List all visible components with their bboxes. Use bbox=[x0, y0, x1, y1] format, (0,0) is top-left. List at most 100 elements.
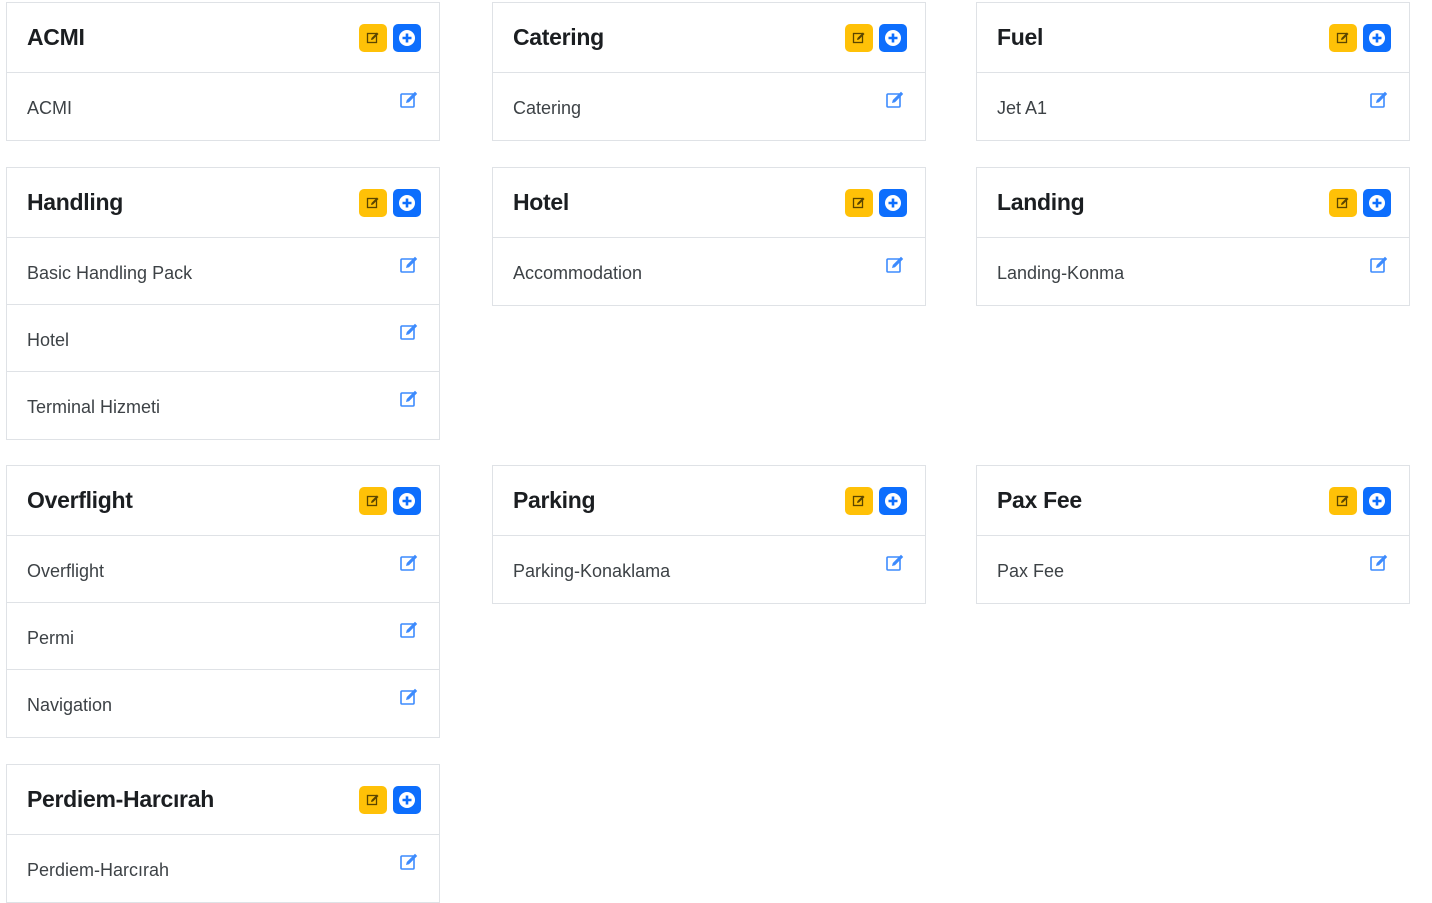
card-title: Fuel bbox=[997, 24, 1044, 50]
edit-icon[interactable] bbox=[1369, 90, 1391, 112]
edit-icon bbox=[1336, 32, 1349, 43]
card-landing: Landing Landing-Konma bbox=[976, 167, 1410, 306]
edit-icon[interactable] bbox=[1369, 255, 1391, 277]
edit-icon[interactable] bbox=[885, 255, 907, 277]
add-item-button[interactable] bbox=[393, 486, 421, 515]
card-fuel: Fuel Jet A1 bbox=[976, 2, 1410, 141]
list-item: Accommodation bbox=[493, 238, 925, 305]
card-header: Catering bbox=[493, 3, 925, 73]
list-item: Landing-Konma bbox=[977, 238, 1409, 305]
edit-category-button[interactable] bbox=[359, 486, 387, 515]
card-header: Parking bbox=[493, 466, 925, 536]
card-header: ACMI bbox=[7, 3, 439, 73]
card-title: Catering bbox=[513, 24, 604, 50]
edit-category-button[interactable] bbox=[845, 188, 873, 217]
plus-icon bbox=[885, 492, 901, 509]
plus-icon bbox=[1369, 492, 1385, 509]
edit-icon bbox=[366, 197, 379, 208]
list-item: Parking-Konaklama bbox=[493, 536, 925, 603]
edit-icon[interactable] bbox=[399, 553, 421, 575]
item-label: Hotel bbox=[27, 329, 70, 350]
card-parking: Parking Parking-Konaklama bbox=[492, 465, 926, 604]
edit-icon[interactable] bbox=[399, 852, 421, 874]
add-item-button[interactable] bbox=[879, 486, 907, 515]
add-item-button[interactable] bbox=[1363, 486, 1391, 515]
list-item: Pax Fee bbox=[977, 536, 1409, 603]
edit-icon bbox=[1336, 495, 1349, 506]
edit-icon[interactable] bbox=[399, 389, 421, 411]
card-title: Overflight bbox=[27, 487, 133, 513]
edit-category-button[interactable] bbox=[359, 188, 387, 217]
item-label: ACMI bbox=[27, 98, 72, 118]
list-item: Catering bbox=[493, 73, 925, 140]
edit-icon[interactable] bbox=[399, 90, 421, 112]
item-label: Permi bbox=[27, 627, 75, 648]
item-label: Pax Fee bbox=[997, 561, 1065, 581]
edit-category-button[interactable] bbox=[359, 23, 387, 52]
edit-category-button[interactable] bbox=[845, 23, 873, 52]
add-item-button[interactable] bbox=[393, 23, 421, 52]
add-item-button[interactable] bbox=[879, 23, 907, 52]
list-item: Perdiem-Harcırah bbox=[7, 835, 439, 902]
add-item-button[interactable] bbox=[879, 188, 907, 217]
edit-icon[interactable] bbox=[399, 620, 421, 642]
edit-icon bbox=[366, 32, 379, 43]
edit-category-button[interactable] bbox=[1329, 486, 1357, 515]
edit-icon bbox=[366, 495, 379, 506]
edit-icon bbox=[1336, 197, 1349, 208]
card-acmi: ACMI ACMI bbox=[6, 2, 440, 141]
card-overflight: Overflight Overflight Permi Navigation bbox=[6, 465, 440, 738]
edit-icon[interactable] bbox=[1369, 553, 1391, 575]
plus-icon bbox=[399, 194, 415, 211]
plus-icon bbox=[885, 194, 901, 211]
item-label: Jet A1 bbox=[997, 98, 1048, 118]
plus-icon bbox=[1369, 29, 1385, 46]
card-title: Perdiem-Harcırah bbox=[27, 786, 214, 812]
card-handling: Handling Basic Handling Pack Hotel Termi… bbox=[6, 167, 440, 440]
edit-icon[interactable] bbox=[399, 255, 421, 277]
item-label: Accommodation bbox=[513, 263, 643, 283]
edit-icon[interactable] bbox=[885, 553, 907, 575]
edit-icon bbox=[852, 197, 865, 208]
list-item: Permi bbox=[7, 603, 439, 670]
item-label: Terminal Hizmeti bbox=[27, 397, 161, 417]
add-item-button[interactable] bbox=[1363, 188, 1391, 217]
edit-icon bbox=[852, 32, 865, 43]
card-title: Landing bbox=[997, 189, 1085, 215]
plus-icon bbox=[399, 791, 415, 808]
card-header: Fuel bbox=[977, 3, 1409, 73]
add-item-button[interactable] bbox=[393, 188, 421, 217]
edit-icon bbox=[366, 794, 379, 805]
card-title: ACMI bbox=[27, 24, 85, 50]
card-header: Hotel bbox=[493, 168, 925, 238]
list-item: Basic Handling Pack bbox=[7, 238, 439, 305]
plus-icon bbox=[1369, 194, 1385, 211]
edit-category-button[interactable] bbox=[359, 785, 387, 814]
card-title: Hotel bbox=[513, 189, 570, 215]
edit-icon[interactable] bbox=[399, 322, 421, 344]
add-item-button[interactable] bbox=[393, 785, 421, 814]
card-title: Pax Fee bbox=[997, 487, 1082, 513]
card-header: Landing bbox=[977, 168, 1409, 238]
plus-icon bbox=[399, 492, 415, 509]
card-header: Overflight bbox=[7, 466, 439, 536]
add-item-button[interactable] bbox=[1363, 23, 1391, 52]
list-item: Terminal Hizmeti bbox=[7, 372, 439, 439]
list-item: Overflight bbox=[7, 536, 439, 603]
edit-category-button[interactable] bbox=[845, 486, 873, 515]
item-label: Parking-Konaklama bbox=[513, 561, 671, 581]
list-item: Hotel bbox=[7, 305, 439, 372]
edit-category-button[interactable] bbox=[1329, 23, 1357, 52]
list-item: Navigation bbox=[7, 670, 439, 737]
edit-icon bbox=[852, 495, 865, 506]
card-perdiem: Perdiem-Harcırah Perdiem-Harcırah bbox=[6, 764, 440, 903]
list-item: Jet A1 bbox=[977, 73, 1409, 140]
edit-icon[interactable] bbox=[399, 687, 421, 709]
item-label: Navigation bbox=[27, 695, 113, 715]
item-label: Catering bbox=[513, 98, 582, 118]
item-label: Landing-Konma bbox=[997, 263, 1125, 283]
edit-icon[interactable] bbox=[885, 90, 907, 112]
plus-icon bbox=[399, 29, 415, 46]
card-header: Handling bbox=[7, 168, 439, 238]
edit-category-button[interactable] bbox=[1329, 188, 1357, 217]
